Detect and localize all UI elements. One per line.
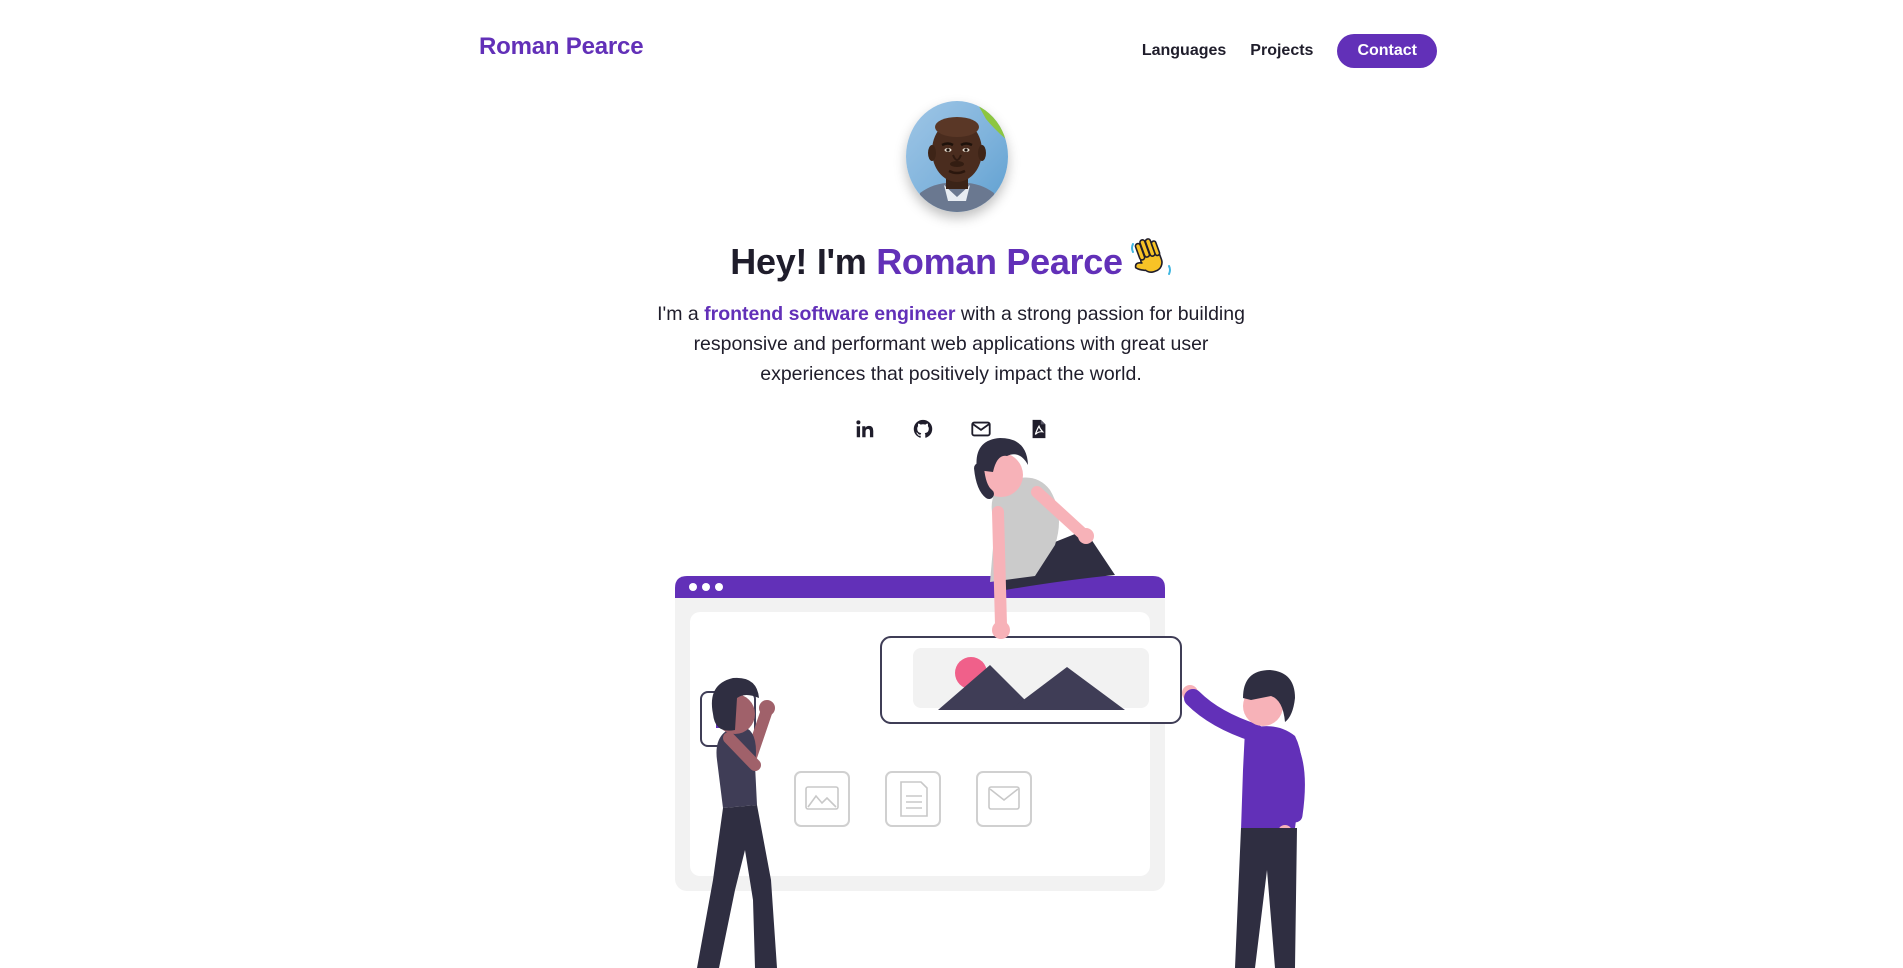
- nav-links: Languages Projects Contact: [1142, 34, 1437, 68]
- brand-logo-link[interactable]: Roman Pearce: [479, 33, 644, 61]
- hero-greeting: Hey! I'm: [730, 241, 877, 282]
- nav-link-languages[interactable]: Languages: [1142, 42, 1226, 60]
- contact-button[interactable]: Contact: [1337, 34, 1437, 68]
- picture-card: [880, 636, 1182, 724]
- hero-title: Hey! I'm Roman Pearce: [0, 236, 1903, 289]
- nav-link-projects[interactable]: Projects: [1250, 42, 1313, 60]
- bio-prefix: I'm a: [657, 303, 705, 325]
- avatar: [906, 101, 1008, 212]
- profile-photo: [906, 101, 1008, 212]
- hero-illustration: [595, 430, 1355, 968]
- hero-bio: I'm a frontend software engineer with a …: [651, 299, 1251, 389]
- bio-highlight: frontend software engineer: [704, 303, 956, 325]
- waving-hand-icon: [1129, 236, 1173, 289]
- person-right: [1182, 670, 1305, 968]
- top-navbar: Roman Pearce Languages Projects Contact: [0, 0, 1903, 100]
- hero-name: Roman Pearce: [876, 241, 1123, 282]
